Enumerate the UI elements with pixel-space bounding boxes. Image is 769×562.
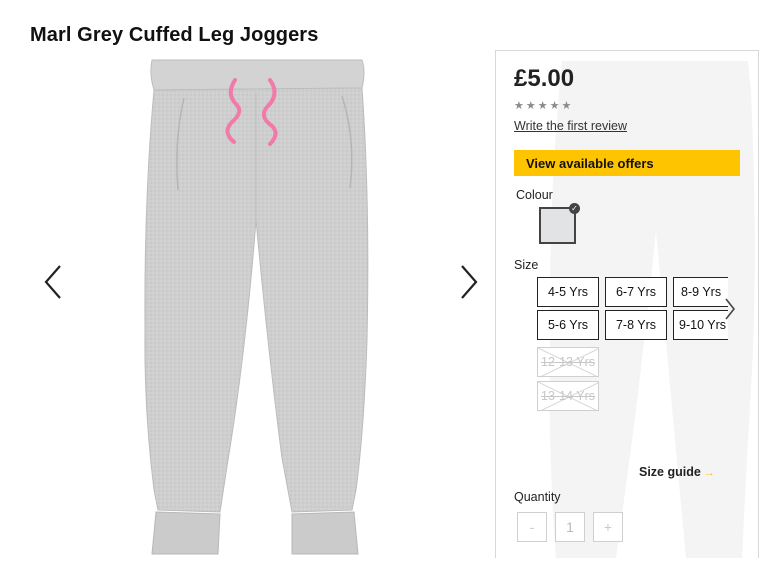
plus-icon: +	[603, 519, 613, 535]
size-option-label: 5-6 Yrs	[547, 318, 589, 332]
size-option-label: 12-13 Yrs	[541, 355, 595, 369]
quantity-label: Quantity	[514, 490, 561, 504]
minus-icon: -	[529, 519, 535, 535]
size-option[interactable]: 6-7 Yrs	[605, 277, 667, 307]
size-option-label: 9-10 Yrs	[679, 318, 727, 332]
size-option-unavailable: 12-13 Yrs	[537, 347, 599, 377]
size-guide-link[interactable]: Size guide →	[639, 465, 715, 479]
size-option-label: 8-9 Yrs	[681, 285, 722, 299]
check-icon: ✓	[569, 203, 580, 214]
size-option[interactable]: 8-9 Yrs	[673, 277, 728, 307]
product-title: Marl Grey Cuffed Leg Joggers	[30, 24, 319, 47]
size-option-label: 6-7 Yrs	[615, 285, 657, 299]
star-rating: ★ ★ ★ ★ ★	[514, 101, 571, 112]
quantity-increase-button[interactable]: +	[593, 512, 623, 542]
colour-swatch-grey[interactable]: ✓	[539, 203, 580, 244]
chevron-right-icon	[454, 260, 484, 304]
product-price: £5.00	[514, 65, 575, 92]
next-image-button[interactable]	[454, 260, 484, 304]
size-option[interactable]: 4-5 Yrs	[537, 277, 599, 307]
star-icon: ★	[537, 100, 548, 112]
size-label: Size	[514, 258, 539, 272]
quantity-value: 1	[566, 519, 574, 535]
size-option[interactable]: 5-6 Yrs	[537, 310, 599, 340]
size-option-label: 7-8 Yrs	[615, 318, 657, 332]
colour-label: Colour	[516, 188, 553, 202]
chevron-left-icon	[38, 260, 68, 304]
size-option[interactable]: 9-10 Yrs	[673, 310, 728, 340]
size-guide-label: Size guide	[639, 465, 701, 479]
arrow-right-icon: →	[703, 467, 715, 479]
quantity-decrease-button[interactable]: -	[517, 512, 547, 542]
purchase-panel: £5.00 ★ ★ ★ ★ ★ Write the first review V…	[495, 50, 759, 558]
sizes-next-button[interactable]	[722, 291, 738, 332]
star-icon: ★	[561, 100, 572, 112]
chevron-right-icon	[722, 298, 738, 331]
size-option-unavailable: 13-14 Yrs	[537, 381, 599, 411]
view-offers-button[interactable]: View available offers	[514, 150, 740, 176]
previous-image-button[interactable]	[38, 260, 68, 304]
quantity-input[interactable]: 1	[555, 512, 585, 542]
star-icon: ★	[525, 100, 536, 112]
write-review-link[interactable]: Write the first review	[514, 119, 627, 133]
star-icon: ★	[514, 100, 524, 112]
product-image-gallery[interactable]	[30, 50, 500, 557]
view-offers-label: View available offers	[526, 156, 654, 171]
size-option-label: 4-5 Yrs	[547, 285, 589, 299]
product-image	[144, 59, 369, 555]
star-icon: ★	[549, 100, 560, 112]
size-option-label: 13-14 Yrs	[541, 389, 595, 403]
size-option[interactable]: 7-8 Yrs	[605, 310, 667, 340]
